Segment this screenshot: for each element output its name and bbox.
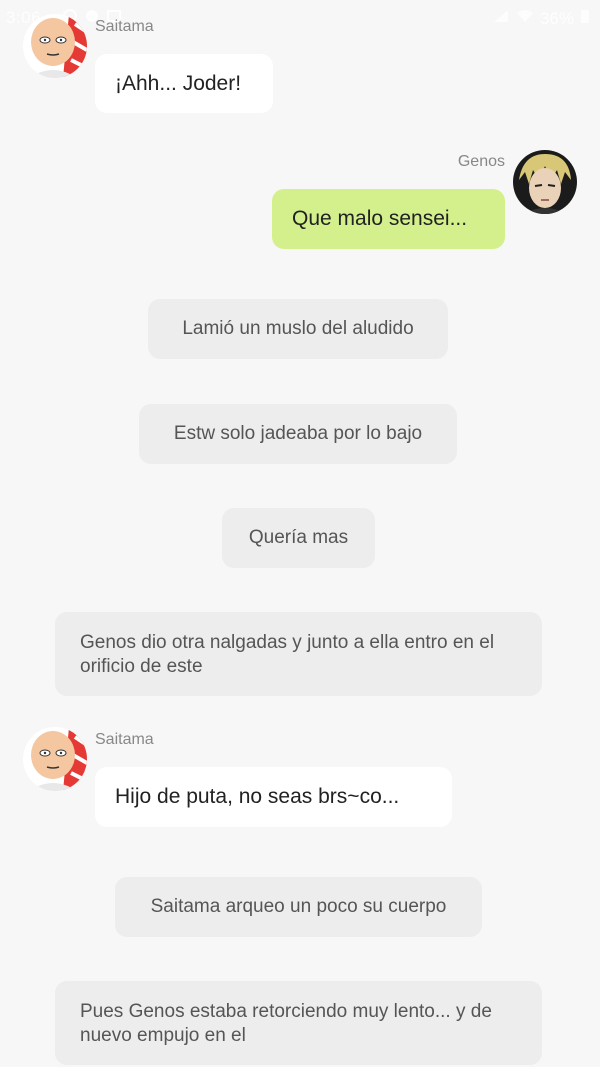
genos-avatar-icon[interactable]: [513, 150, 577, 214]
battery-percent: 36%: [539, 8, 574, 28]
wifi-icon: [516, 8, 534, 29]
narration-bubble[interactable]: Lamió un muslo del aludido: [148, 299, 448, 359]
narration-bubble[interactable]: Pues Genos estaba retorciendo muy lento.…: [55, 981, 542, 1065]
saitama-avatar-icon[interactable]: [23, 14, 87, 78]
sender-name: Genos: [457, 153, 505, 170]
battery-icon: [580, 8, 590, 29]
status-bar: 3:06 36%: [0, 0, 600, 36]
signal-icon: [492, 8, 510, 29]
status-right: 36%: [492, 8, 590, 29]
message-bubble[interactable]: Que malo sensei...: [272, 189, 505, 249]
narration-bubble[interactable]: Quería mas: [222, 508, 375, 568]
narration-bubble[interactable]: Saitama arqueo un poco su cuerpo: [115, 877, 482, 937]
message-bubble[interactable]: Hijo de puta, no seas brs~co...: [95, 767, 452, 827]
sender-name: Saitama: [95, 18, 154, 35]
message-bubble[interactable]: ¡Ahh... Joder!: [95, 54, 273, 113]
saitama-avatar-icon[interactable]: [23, 727, 87, 791]
sender-name: Saitama: [95, 731, 154, 748]
narration-bubble[interactable]: Estw solo jadeaba por lo bajo: [139, 404, 457, 464]
narration-bubble[interactable]: Genos dio otra nalgadas y junto a ella e…: [55, 612, 542, 696]
